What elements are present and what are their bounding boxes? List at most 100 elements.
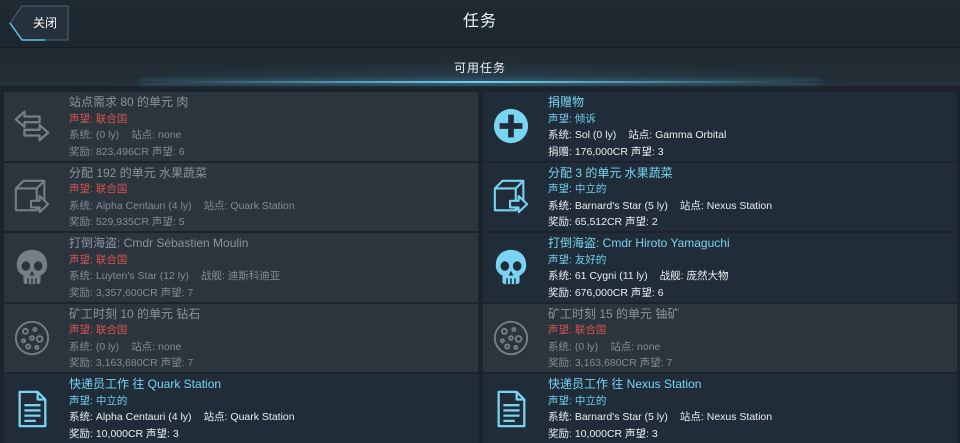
target-label: 站点: xyxy=(628,129,653,141)
cube-arrow-icon xyxy=(492,178,530,216)
reputation-reward-label: 声望: xyxy=(639,357,664,370)
missions-screen: 关闭 任务 可用任务 站点需求 80 的单元 肉 声望: 联合国 系统: (0 … xyxy=(0,0,960,443)
system-value: (0 ly) xyxy=(574,340,599,353)
mission-reward: 奖励: 10,000CR 声望: 3 xyxy=(69,426,470,443)
mission-location: 系统: Barnard's Star (5 ly) 站点: Nexus Stati… xyxy=(548,198,949,215)
mission-reputation: 声望: 联合国 xyxy=(69,322,470,339)
mission-details: 分配 192 的单元 水果蔬菜 声望: 联合国 系统: Alpha Centau… xyxy=(69,165,470,231)
target-value: 迪斯科迪亚 xyxy=(227,270,281,283)
system-value: Sol (0 ly) xyxy=(574,129,617,141)
target-label: 站点: xyxy=(203,411,228,424)
reputation-reward-value: 7 xyxy=(187,286,194,299)
mission-location: 系统: Sol (0 ly) 站点: Gamma Orbital xyxy=(548,127,949,144)
mission-target: 站点: Quark Station xyxy=(204,411,295,423)
mission-details: 矿工时刻 15 的单元 铀矿 声望: 联合国 系统: (0 ly) 站点: non… xyxy=(548,306,949,372)
mission-title: 站点需求 80 的单元 肉 xyxy=(69,95,189,109)
mission-location: 系统: (0 ly) 站点: none xyxy=(69,127,470,144)
mission-target: 战舰: 迪斯科迪亚 xyxy=(201,270,280,282)
mission-reward: 奖励: 10,000CR 声望: 3 xyxy=(548,426,949,443)
mission-reward: 奖励: 823,496CR 声望: 6 xyxy=(69,144,470,161)
mission-reward: 捐赠: 176,000CR 声望: 3 xyxy=(548,144,949,161)
page-title: 任务 xyxy=(462,13,497,30)
skull-icon xyxy=(492,248,530,286)
reward-value: 3,163,680CR xyxy=(95,357,158,370)
system-label: 系统: xyxy=(548,411,572,424)
reputation-label: 声望: xyxy=(548,253,572,266)
target-label: 站点: xyxy=(679,199,704,212)
system-value: (0 ly) xyxy=(95,129,120,141)
reputation-reward-label: 声望: xyxy=(630,145,655,158)
target-value: 庞然大物 xyxy=(686,270,729,283)
mission-target: 站点: Gamma Orbital xyxy=(628,129,726,141)
mission-card[interactable]: 矿工时刻 10 的单元 钻石 声望: 联合国 系统: (0 ly) 站点: non… xyxy=(4,303,478,373)
mission-card[interactable]: 快递员工作 往 Nexus Station 声望: 中立的 系统: Barnar… xyxy=(483,374,957,443)
target-value: none xyxy=(158,129,182,141)
mission-card[interactable]: 分配 192 的单元 水果蔬菜 声望: 联合国 系统: Alpha Centau… xyxy=(4,162,478,232)
reward-value: 3,357,600CR xyxy=(95,286,158,299)
mission-reputation: 声望: 中立的 xyxy=(69,393,470,410)
mission-title: 打倒海盗: Cmdr Sébastien Moulin xyxy=(69,236,249,251)
mission-details: 捐赠物 声望: 倾诉 系统: Sol (0 ly) 站点: Gamma Orbit… xyxy=(548,94,949,160)
mission-reputation: 声望: 联合国 xyxy=(69,111,470,128)
mission-reputation: 声望: 联合国 xyxy=(548,322,949,339)
reputation-value: 联合国 xyxy=(95,112,128,125)
mission-card[interactable]: 矿工时刻 15 的单元 铀矿 声望: 联合国 系统: (0 ly) 站点: non… xyxy=(483,303,957,373)
reputation-value: 联合国 xyxy=(95,324,128,337)
mission-list[interactable]: 站点需求 80 的单元 肉 声望: 联合国 系统: (0 ly) 站点: none… xyxy=(4,92,957,443)
target-label: 站点: xyxy=(610,340,635,353)
system-label: 系统: xyxy=(548,129,572,141)
system-value: Alpha Centauri (4 ly) xyxy=(95,199,192,212)
mission-details: 快递员工作 往 Quark Station 声望: 中立的 系统: Alpha … xyxy=(69,376,470,442)
target-value: Nexus Station xyxy=(706,199,773,212)
reward-label: 奖励: xyxy=(548,427,572,440)
mission-title: 矿工时刻 10 的单元 钻石 xyxy=(69,306,201,321)
reputation-reward-value: 5 xyxy=(178,216,185,229)
system-label: 系统: xyxy=(69,411,93,424)
reputation-reward-value: 7 xyxy=(666,357,673,370)
mission-card[interactable]: 打倒海盗: Cmdr Hiroto Yamaguchi 声望: 友好的 系统: … xyxy=(483,233,957,302)
system-value: 61 Cygni (11 ly) xyxy=(574,270,648,283)
mission-reputation: 声望: 倾诉 xyxy=(548,111,949,128)
system-value: Alpha Centauri (4 ly) xyxy=(95,411,192,424)
reputation-label: 声望: xyxy=(69,183,93,196)
reputation-reward-label: 声望: xyxy=(160,286,185,299)
target-label: 站点: xyxy=(679,411,704,424)
mission-card[interactable]: 站点需求 80 的单元 肉 声望: 联合国 系统: (0 ly) 站点: none… xyxy=(4,92,478,161)
reputation-label: 声望: xyxy=(69,324,93,337)
reward-value: 529,935CR xyxy=(95,216,149,229)
reputation-reward-value: 7 xyxy=(187,357,194,370)
mission-card[interactable]: 快递员工作 往 Quark Station 声望: 中立的 系统: Alpha … xyxy=(4,374,478,443)
system-label: 系统: xyxy=(548,340,572,353)
mission-card[interactable]: 打倒海盗: Cmdr Sébastien Moulin 声望: 联合国 系统: … xyxy=(4,233,478,302)
target-value: Quark Station xyxy=(230,199,295,212)
mission-reputation: 声望: 联合国 xyxy=(69,181,470,198)
mission-card[interactable]: 分配 3 的单元 水果蔬菜 声望: 中立的 系统: Barnard's Star… xyxy=(483,162,957,232)
reputation-reward-label: 声望: xyxy=(630,286,655,299)
mission-location: 系统: 61 Cygni (11 ly) 战舰: 庞然大物 xyxy=(548,268,949,285)
reputation-label: 声望: xyxy=(69,394,93,407)
mission-reward: 奖励: 65,512CR 声望: 2 xyxy=(548,214,949,231)
mission-location: 系统: Alpha Centauri (4 ly) 站点: Quark Stati… xyxy=(69,198,470,215)
system-label: 系统: xyxy=(69,199,93,212)
mission-reward: 奖励: 676,000CR 声望: 6 xyxy=(548,285,949,302)
mission-target: 站点: Nexus Station xyxy=(680,411,772,423)
reward-value: 676,000CR xyxy=(574,286,628,299)
reward-value: 10,000CR xyxy=(574,427,623,440)
mission-title: 快递员工作 往 Nexus Station xyxy=(548,377,702,392)
reward-label: 奖励: xyxy=(69,357,93,370)
section-title: 可用任务 xyxy=(453,61,506,75)
system-label: 系统: xyxy=(69,340,93,353)
mission-target: 站点: Quark Station xyxy=(204,200,295,212)
mission-location: 系统: (0 ly) 站点: none xyxy=(548,339,949,356)
document-icon xyxy=(492,390,530,428)
mission-reward: 奖励: 3,357,600CR 声望: 7 xyxy=(69,285,470,302)
reward-value: 176,000CR xyxy=(574,145,628,158)
target-value: none xyxy=(158,340,182,353)
mission-title: 矿工时刻 15 的单元 铀矿 xyxy=(548,306,680,321)
reward-value: 10,000CR xyxy=(95,427,144,440)
mission-card[interactable]: 捐赠物 声望: 倾诉 系统: Sol (0 ly) 站点: Gamma Orbit… xyxy=(483,92,957,161)
system-value: Luyten's Star (12 ly) xyxy=(95,270,189,283)
mission-details: 打倒海盗: Cmdr Sébastien Moulin 声望: 联合国 系统: … xyxy=(69,235,470,301)
reputation-value: 中立的 xyxy=(95,394,128,407)
mission-reputation: 声望: 中立的 xyxy=(548,393,949,410)
